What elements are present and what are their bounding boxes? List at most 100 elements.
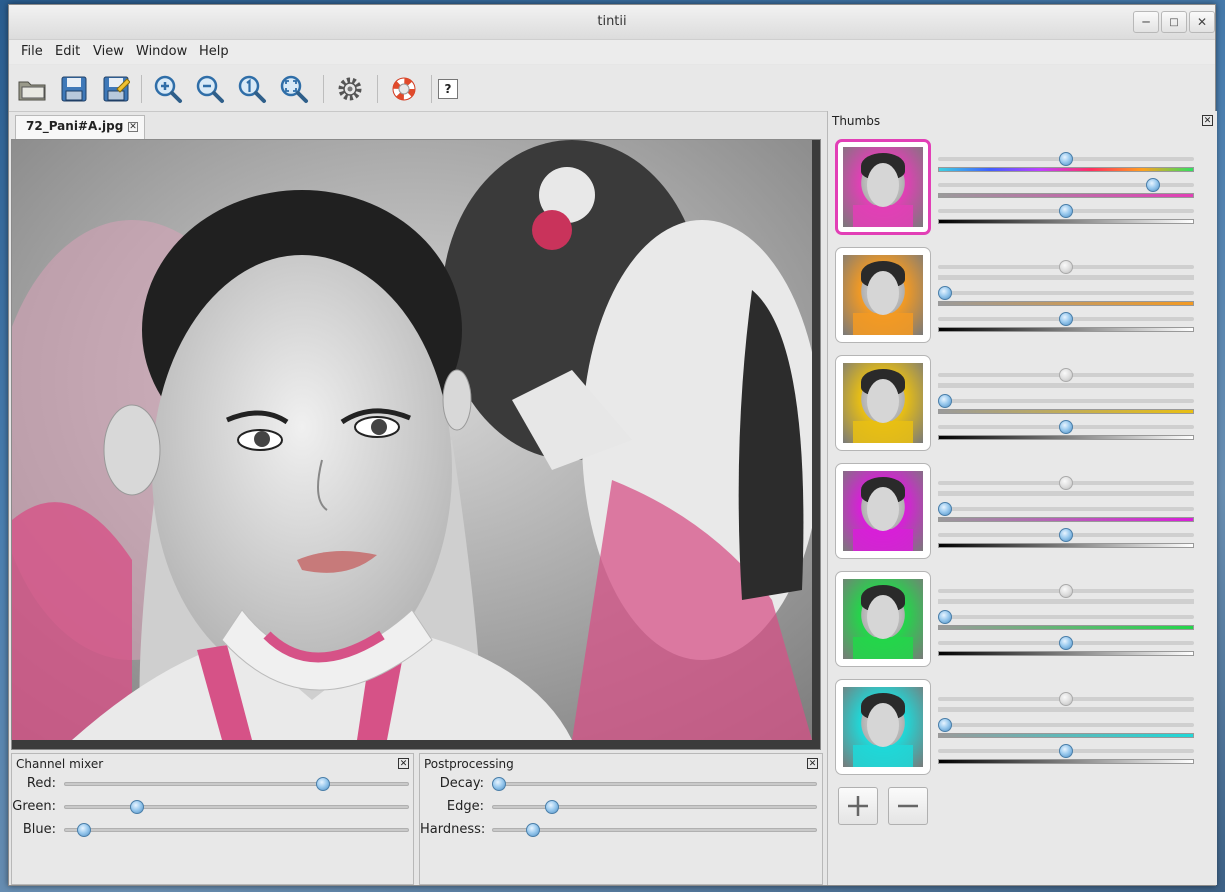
- thumb-light-gradient: [938, 327, 1194, 332]
- thumb-sat-slider-handle[interactable]: [938, 610, 952, 624]
- thumb-sat-gradient: [938, 517, 1194, 522]
- thumb-preview-image: [843, 147, 923, 227]
- channel-mixer-slider-track[interactable]: [64, 805, 409, 809]
- thumb-hue-slider-handle[interactable]: [1059, 260, 1073, 274]
- thumb-preview-image: [843, 687, 923, 767]
- zoom-in-icon: [154, 75, 182, 103]
- panel-close-icon[interactable]: ✕: [398, 758, 409, 769]
- toolbar-separator: [377, 75, 378, 103]
- menu-edit[interactable]: Edit: [55, 44, 80, 59]
- menu-help[interactable]: Help: [199, 44, 229, 59]
- panel-close-icon[interactable]: ✕: [807, 758, 818, 769]
- save-button[interactable]: [57, 73, 91, 105]
- thumb-hue-gradient: [938, 383, 1194, 388]
- title-bar: tintii ─ □ ✕: [9, 5, 1215, 40]
- panel-close-icon[interactable]: ✕: [1202, 115, 1213, 126]
- thumb-sat-gradient: [938, 625, 1194, 630]
- postprocessing-slider-label: Edge:: [446, 799, 484, 814]
- channel-mixer-title: Channel mixer: [16, 757, 104, 771]
- open-button[interactable]: [15, 73, 49, 105]
- image-canvas[interactable]: [11, 139, 821, 750]
- thumb-sat-slider-track[interactable]: [938, 507, 1194, 511]
- thumb-hue-slider-handle[interactable]: [1059, 692, 1073, 706]
- zoom-actual-icon: [238, 75, 266, 103]
- thumb-sat-slider-handle[interactable]: [938, 718, 952, 732]
- zoom-out-button[interactable]: [193, 73, 227, 105]
- thumb-2[interactable]: [835, 247, 931, 343]
- postprocessing-slider-handle[interactable]: [526, 823, 541, 837]
- channel-mixer-slider-handle[interactable]: [315, 777, 330, 791]
- postprocessing-slider-handle[interactable]: [492, 777, 506, 791]
- toolbar-separator: [141, 75, 142, 103]
- thumb-hue-slider-handle[interactable]: [1059, 476, 1073, 490]
- add-thumb-button[interactable]: [838, 787, 878, 825]
- photo-preview: [12, 140, 812, 740]
- thumb-sat-slider-track[interactable]: [938, 723, 1194, 727]
- window-title: tintii: [597, 14, 627, 29]
- thumb-hue-gradient: [938, 167, 1194, 172]
- channel-mixer-slider-track[interactable]: [64, 828, 409, 832]
- thumb-light-slider-handle[interactable]: [1059, 312, 1073, 326]
- thumb-4[interactable]: [835, 463, 931, 559]
- thumb-3[interactable]: [835, 355, 931, 451]
- toolbar: ?: [9, 65, 1215, 112]
- thumb-light-slider-handle[interactable]: [1059, 204, 1073, 218]
- whats-this-icon: ?: [438, 79, 458, 99]
- thumb-1[interactable]: [835, 139, 931, 235]
- thumbs-title: Thumbs: [832, 114, 881, 128]
- postprocessing-slider-track[interactable]: [492, 805, 817, 809]
- thumb-hue-slider-handle[interactable]: [1059, 152, 1073, 166]
- close-icon: ✕: [1196, 15, 1208, 29]
- thumb-sat-slider-track[interactable]: [938, 615, 1194, 619]
- zoom-fit-button[interactable]: [277, 73, 311, 105]
- zoom-actual-button[interactable]: [235, 73, 269, 105]
- thumb-sat-slider-handle[interactable]: [938, 394, 952, 408]
- menu-file[interactable]: File: [21, 44, 43, 59]
- thumb-light-slider-handle[interactable]: [1059, 744, 1073, 758]
- thumb-sat-slider-handle[interactable]: [938, 286, 952, 300]
- channel-mixer-slider-handle[interactable]: [77, 823, 92, 837]
- whats-this-label: ?: [444, 82, 452, 96]
- thumb-preview-image: [843, 579, 923, 659]
- settings-button[interactable]: [333, 73, 367, 105]
- postprocessing-slider-track[interactable]: [492, 828, 817, 832]
- postprocessing-slider-track[interactable]: [492, 782, 817, 786]
- close-button[interactable]: ✕: [1189, 11, 1215, 33]
- thumb-6[interactable]: [835, 679, 931, 775]
- thumbs-panel: Thumbs ✕: [827, 111, 1217, 885]
- zoom-in-button[interactable]: [151, 73, 185, 105]
- postprocessing-slider-handle[interactable]: [544, 800, 559, 814]
- save-as-icon: [103, 76, 130, 102]
- remove-thumb-button[interactable]: [888, 787, 928, 825]
- document-tab[interactable]: 72_Pani#A.jpg ✕: [15, 115, 145, 139]
- thumb-5[interactable]: [835, 571, 931, 667]
- thumb-light-slider-handle[interactable]: [1059, 420, 1073, 434]
- whats-this-button[interactable]: ?: [431, 73, 465, 105]
- thumb-sat-slider-track[interactable]: [938, 399, 1194, 403]
- zoom-fit-icon: [280, 75, 308, 103]
- thumb-hue-gradient: [938, 275, 1194, 280]
- thumb-sat-slider-track[interactable]: [938, 291, 1194, 295]
- channel-mixer-slider-label: Green:: [12, 799, 56, 814]
- document-tab-bar: 72_Pani#A.jpg ✕: [11, 115, 823, 141]
- thumb-preview-image: [843, 471, 923, 551]
- thumb-sat-slider-handle[interactable]: [938, 502, 952, 516]
- thumb-hue-slider-handle[interactable]: [1059, 368, 1073, 382]
- channel-mixer-slider-track[interactable]: [64, 782, 409, 786]
- thumb-light-slider-handle[interactable]: [1059, 636, 1073, 650]
- plus-icon: [848, 796, 868, 816]
- thumb-sat-slider-handle[interactable]: [1146, 178, 1161, 192]
- tab-close-icon[interactable]: ✕: [128, 122, 138, 132]
- minimize-button[interactable]: ─: [1133, 11, 1159, 33]
- thumb-hue-slider-handle[interactable]: [1059, 584, 1073, 598]
- save-as-button[interactable]: [99, 73, 133, 105]
- menu-view[interactable]: View: [93, 44, 124, 59]
- menu-window[interactable]: Window: [136, 44, 187, 59]
- thumb-preview-image: [843, 255, 923, 335]
- thumb-light-gradient: [938, 651, 1194, 656]
- thumb-sat-gradient: [938, 409, 1194, 414]
- thumb-light-slider-handle[interactable]: [1059, 528, 1073, 542]
- help-button[interactable]: [387, 73, 421, 105]
- maximize-button[interactable]: □: [1161, 11, 1187, 33]
- channel-mixer-slider-handle[interactable]: [130, 800, 145, 814]
